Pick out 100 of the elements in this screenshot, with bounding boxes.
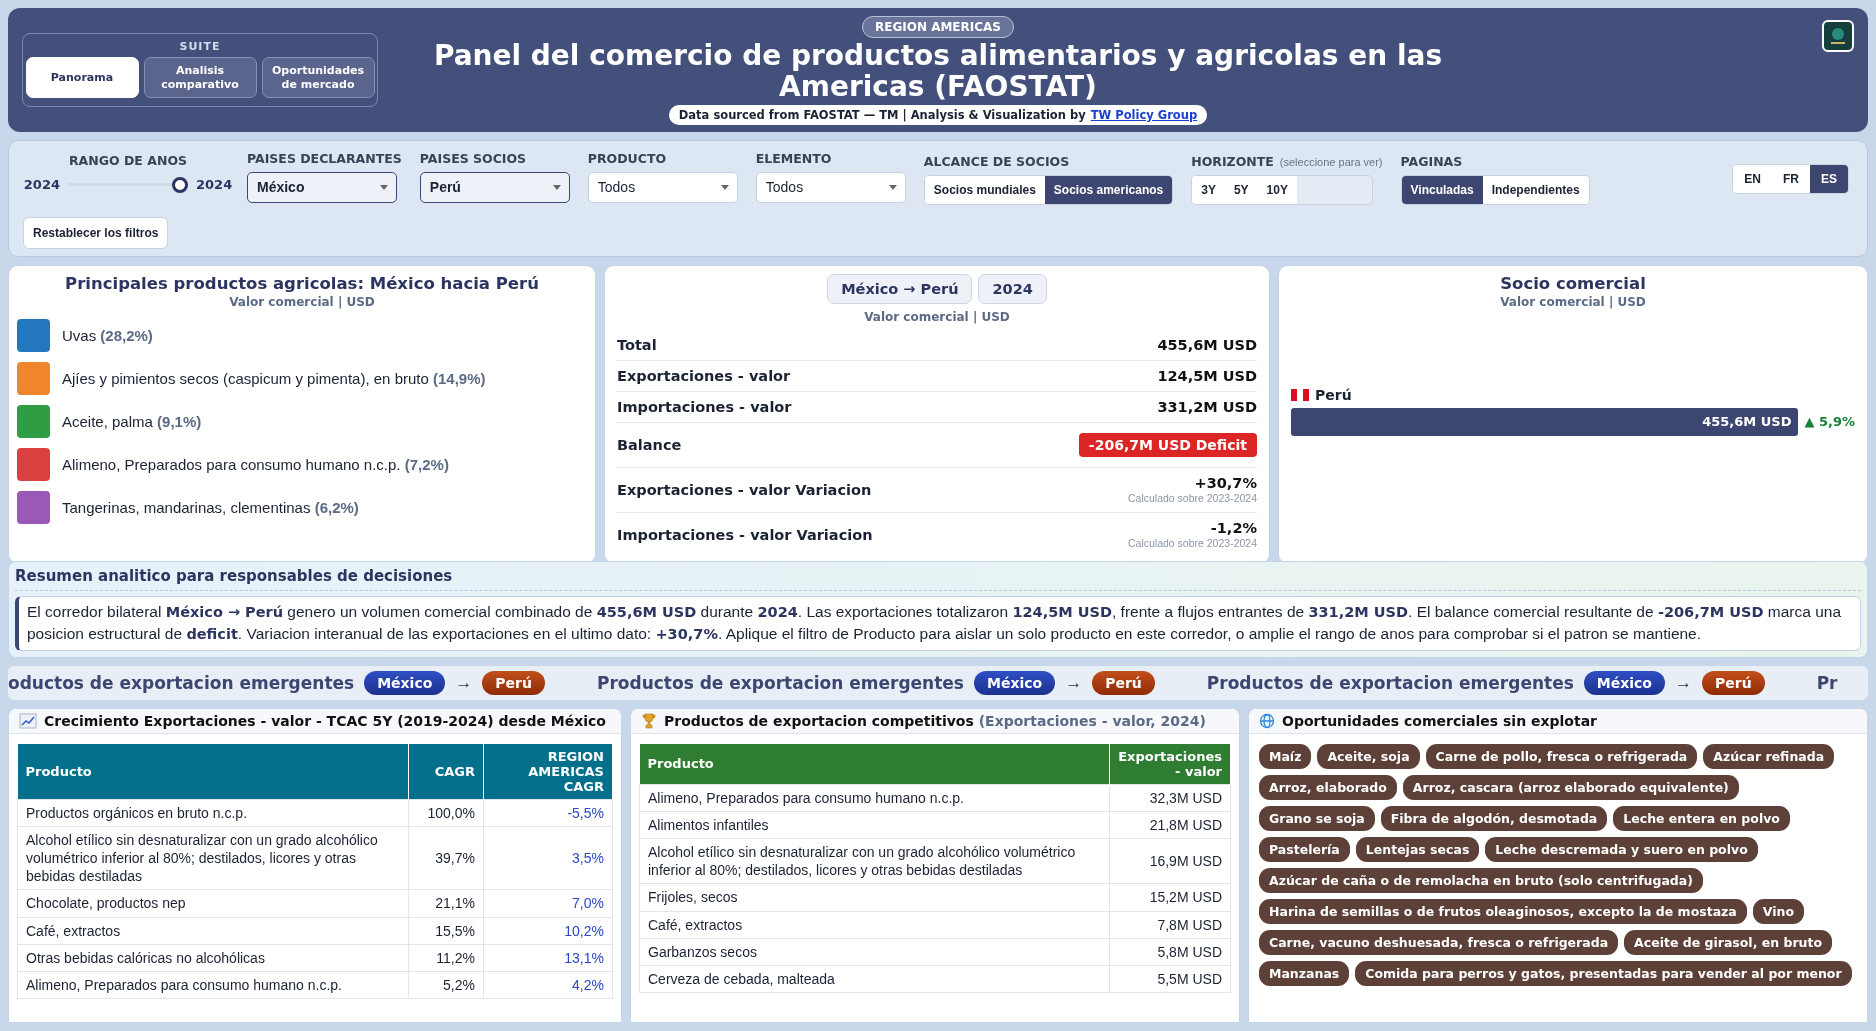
- product-tag: Leche descremada y suero en polvo: [1485, 836, 1758, 862]
- product-tag: Arroz, elaborado: [1259, 774, 1397, 800]
- metric-note: Calculado sobre 2023-2024: [1128, 537, 1257, 550]
- language-option[interactable]: ES: [1810, 164, 1848, 193]
- table-cell: 15,2M USD: [1109, 883, 1231, 912]
- table-cell: Cerveza de cebada, malteada: [639, 965, 1110, 993]
- product-tag: Manzanas: [1259, 960, 1350, 986]
- card-subtitle: Valor comercial | USD: [863, 309, 1011, 324]
- product-tag: Azúcar refinada: [1703, 743, 1835, 769]
- slider-thumb[interactable]: [172, 176, 188, 193]
- product-tag: Vino: [1752, 898, 1805, 924]
- dropdown[interactable]: Perú: [419, 171, 570, 203]
- table-cell: Alimentos infantiles: [639, 811, 1110, 839]
- toggle-option[interactable]: Socios americanos: [1044, 175, 1173, 204]
- product-tag: Arroz, cascara (arroz elaborado equivalente): [1402, 774, 1739, 800]
- product-tag: Aceite, soja: [1317, 743, 1420, 769]
- caret-icon: [888, 184, 897, 190]
- metric-label: Exportaciones - valor: [617, 367, 791, 384]
- filter-label: PRODUCTO: [587, 150, 668, 167]
- column-header: Exportaciones - valor: [1109, 743, 1231, 785]
- product-tag: Comida para perros y gatos, presentadas para vender al por menor: [1355, 960, 1852, 986]
- product-label: Alimeno, Preparados para consumo humano n.c.p. (7,2%): [62, 455, 449, 473]
- column-header: REGION AMERICAS CAGR: [483, 743, 613, 800]
- filter-label: RANGO DE ANOS: [69, 152, 187, 169]
- table-cell: 21,8M USD: [1109, 811, 1231, 839]
- table-cell: Café, extractos: [639, 911, 1110, 939]
- table-cell: 32,3M USD: [1109, 784, 1231, 812]
- filter-label: ELEMENTO: [755, 150, 833, 167]
- table-cell: 15,5%: [408, 917, 484, 945]
- table-cell: 5,2%: [408, 971, 484, 999]
- filter-label: PAISES DECLARANTES: [247, 150, 402, 167]
- product-tag: Carne, vacuno deshuesada, fresca o refrigerada: [1259, 929, 1619, 955]
- table-cell: 100,0%: [408, 799, 484, 827]
- year-from: 2024: [23, 177, 60, 193]
- suite-tab[interactable]: Panorama: [25, 57, 139, 99]
- filter-label: ALCANCE DE SOCIOS: [923, 153, 1071, 170]
- toggle-option[interactable]: 3Y: [1192, 175, 1225, 204]
- product-tag: Lentejas secas: [1355, 836, 1480, 862]
- product-label: Uvas (28,2%): [62, 326, 153, 344]
- metric-value: 331,2M USD: [1157, 398, 1257, 415]
- toggle-option[interactable]: Vinculadas: [1401, 175, 1483, 204]
- metric-note: Calculado sobre 2023-2024: [1128, 492, 1257, 505]
- column-header: Producto: [639, 743, 1110, 785]
- table-cell: Alimeno, Preparados para consumo humano n.c.p.: [639, 784, 1110, 812]
- filter-label: HORIZONTE: [1191, 153, 1274, 169]
- ticker-title: oductos de exportacion emergentes: [8, 672, 355, 693]
- dropdown[interactable]: Todos: [755, 171, 906, 203]
- dashboard-title: Panel del comercio de productos alimentarios y agricolas en las Americas (FAOSTAT): [433, 40, 1443, 103]
- table-cell: Otras bebidas calóricas no alcohólicas: [17, 944, 409, 972]
- table-cell: 11,2%: [408, 944, 484, 972]
- table-cell: 39,7%: [408, 826, 484, 890]
- table-cell: 5,5M USD: [1109, 965, 1231, 993]
- table-cell: 7,0%: [483, 889, 613, 918]
- suite-tab[interactable]: Oportunidades de mercado: [261, 57, 375, 99]
- arrow-glyph: →: [455, 672, 473, 693]
- panel-title: Productos de exportacion competitivos (Exportaciones - valor, 2024): [664, 712, 1206, 729]
- metric-value: 455,6M USD: [1157, 336, 1257, 353]
- country-pill: Perú: [1092, 670, 1155, 695]
- table-cell: Garbanzos secos: [639, 938, 1110, 966]
- column-header: CAGR: [408, 743, 484, 800]
- country-pill: Perú: [482, 670, 545, 695]
- metric-value: +30,7%: [1194, 475, 1257, 492]
- product-tag: Aceite de girasol, en bruto: [1624, 929, 1833, 955]
- product-tag: Leche entera en polvo: [1613, 805, 1790, 831]
- ticker-title: Productos de exportacion emergentes: [597, 672, 964, 693]
- metric-value: 124,5M USD: [1157, 367, 1257, 384]
- bar-value: 455,6M USD: [1702, 414, 1792, 430]
- caret-icon: [720, 184, 729, 190]
- product-tag: Grano se soja: [1259, 805, 1375, 831]
- product-tag: Fibra de algodón, desmotada: [1380, 805, 1608, 831]
- toggle-option[interactable]: 5Y: [1224, 175, 1258, 204]
- ticker-title: Pr: [1816, 672, 1838, 693]
- dropdown[interactable]: Todos: [587, 171, 738, 203]
- logo-icon: [1822, 20, 1854, 52]
- source-link[interactable]: TW Policy Group: [1090, 107, 1198, 122]
- flag-icon: [1291, 388, 1309, 401]
- analysis-paragraph: El corredor bilateral México → Perú genero un volumen comercial combinado de 455,6M USD durante 2024. Las exportaciones totalizaron 124,5M USD, frente a flujos entrantes de 331,2M USD. El balance comercial resultante de -206,7M USD marca una posicion estructural de deficit. Variacion interanual de las exportaciones en el ultimo dato: +30,7%. Aplique el filtro de Producto para aislar un solo producto en este corredor, o amplie el rango de anos para comprobar si el patron se mantiene.: [15, 595, 1861, 651]
- filter-hint: (seleccione para ver): [1279, 155, 1383, 168]
- partner-name: Perú: [1315, 386, 1352, 403]
- product-tag: Maíz: [1259, 743, 1312, 769]
- table-cell: 7,8M USD: [1109, 911, 1231, 939]
- context-chip: México → Perú: [827, 273, 973, 304]
- trophy-icon: [641, 712, 657, 729]
- filter-label: PAISES SOCIOS: [419, 150, 528, 167]
- table-cell: 3,5%: [483, 826, 613, 890]
- metric-label: Balance: [617, 436, 682, 453]
- toggle-option[interactable]: 10Y: [1257, 175, 1297, 204]
- card-title: Socio comercial: [1499, 273, 1647, 293]
- card-subtitle: Valor comercial | USD: [1499, 294, 1647, 309]
- arrow-glyph: →: [1675, 672, 1692, 693]
- card-subtitle: Valor comercial | USD: [228, 294, 376, 309]
- suite-tab[interactable]: Analisis comparativo: [143, 57, 257, 99]
- metric-label: Importaciones - valor: [617, 398, 792, 415]
- panel-title: Crecimiento Exportaciones - valor - TCAC 5Y (2019-2024) desde México: [44, 712, 606, 729]
- product-label: Ajíes y pimientos secos (caspicum y pimenta), en bruto (14,9%): [62, 369, 486, 387]
- product-tag: Carne de pollo, fresca o refrigerada: [1425, 743, 1698, 769]
- table-cell: 4,2%: [483, 971, 613, 999]
- dropdown[interactable]: México: [247, 171, 397, 203]
- product-tag: Azúcar de caña o de remolacha en bruto (solo centrifugada): [1259, 867, 1703, 893]
- reset-button[interactable]: Restablecer los filtros: [23, 216, 169, 249]
